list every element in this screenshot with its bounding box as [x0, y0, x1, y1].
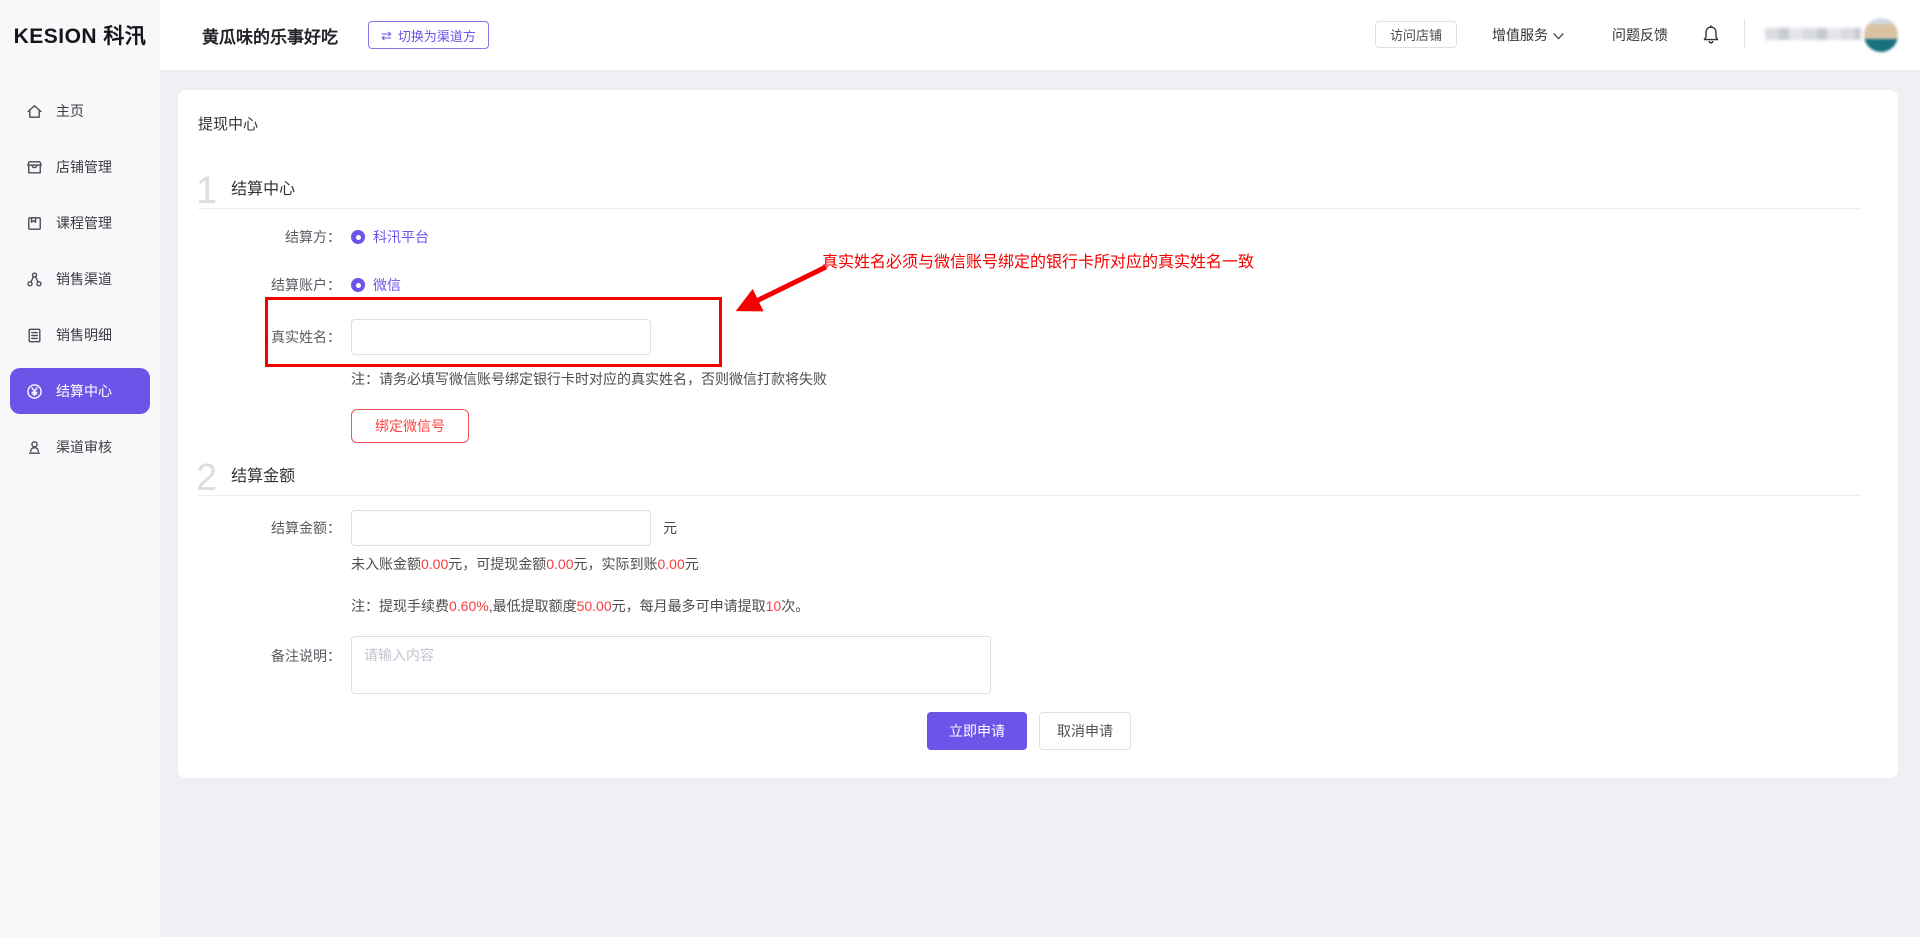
monthly-limit-value: 10 — [766, 598, 782, 614]
value-added-services-label: 增值服务 — [1492, 25, 1548, 45]
settle-account-row: 结算账户： 微信 — [198, 275, 1860, 295]
top-header: KESION 科汛 黄瓜味的乐事好吃 ⇄ 切换为渠道方 访问店铺 增值服务 问题… — [0, 0, 1920, 70]
switch-role-button[interactable]: ⇄ 切换为渠道方 — [368, 21, 489, 49]
chevron-down-icon — [1553, 33, 1564, 40]
sidebar-item-course-management[interactable]: 课程管理 — [10, 200, 150, 246]
value-added-services-menu[interactable]: 增值服务 — [1492, 0, 1564, 70]
remark-row: 备注说明： — [198, 636, 1860, 694]
amount-label: 结算金额： — [198, 518, 341, 538]
sidebar-item-label: 主页 — [56, 101, 84, 121]
fee-note-text: 元，每月最多可申请提取 — [612, 598, 766, 614]
bell-icon — [1700, 24, 1722, 46]
remark-label: 备注说明： — [198, 646, 341, 666]
actual-arrival-value: 0.00 — [658, 556, 685, 572]
avatar[interactable] — [1864, 18, 1898, 52]
sidebar-item-settlement-center[interactable]: 结算中心 — [10, 368, 150, 414]
settle-account-radio[interactable] — [351, 278, 365, 292]
course-icon — [26, 215, 43, 232]
amount-unit: 元 — [663, 518, 677, 538]
channel-icon — [26, 271, 43, 288]
section-settlement-center: 1 结算中心 — [198, 160, 1860, 209]
min-withdraw-value: 50.00 — [577, 598, 612, 614]
sidebar-item-label: 课程管理 — [56, 213, 112, 233]
shop-icon — [26, 159, 43, 176]
real-name-row: 真实姓名： — [198, 319, 1860, 355]
visit-shop-button[interactable]: 访问店铺 — [1375, 21, 1457, 48]
kesion-logo: KESION 科汛 — [14, 20, 147, 50]
form-actions: 立即申请 取消申请 — [198, 712, 1860, 750]
audit-icon — [26, 439, 43, 456]
sidebar-item-label: 销售渠道 — [56, 269, 112, 289]
header-divider — [1744, 19, 1745, 49]
feedback-label: 问题反馈 — [1612, 25, 1668, 45]
unsettled-amount-value: 0.00 — [421, 556, 448, 572]
withdrawable-amount-value: 0.00 — [546, 556, 573, 572]
real-name-input[interactable] — [351, 319, 651, 355]
page-title: 提现中心 — [198, 114, 1860, 136]
real-name-label: 真实姓名： — [198, 327, 341, 347]
notification-bell-button[interactable] — [1698, 22, 1724, 48]
withdraw-center-card: 提现中心 1 结算中心 结算方： 科汛平台 结算账户： 微信 真实姓名： 注：请… — [178, 90, 1898, 778]
fee-note-text: 次。 — [781, 598, 809, 614]
settle-party-label: 结算方： — [198, 227, 341, 247]
sidebar-item-channel-audit[interactable]: 渠道审核 — [10, 424, 150, 470]
section-number: 1 — [196, 172, 217, 210]
section-title: 结算中心 — [231, 180, 295, 200]
section-title: 结算金额 — [231, 467, 295, 487]
settle-party-row: 结算方： 科汛平台 — [198, 227, 1860, 247]
cancel-apply-button[interactable]: 取消申请 — [1039, 712, 1131, 750]
sidebar-item-label: 销售明细 — [56, 325, 112, 345]
balance-note-text: 元 — [685, 556, 699, 572]
fee-note: 注：提现手续费0.60%,最低提取额度50.00元，每月最多可申请提取10次。 — [351, 596, 1860, 616]
settle-account-label: 结算账户： — [198, 275, 341, 295]
settle-account-option[interactable]: 微信 — [373, 275, 401, 295]
sidebar-item-label: 渠道审核 — [56, 437, 112, 457]
balance-note-text: 元，可提现金额 — [448, 556, 546, 572]
detail-icon — [26, 327, 43, 344]
sidebar-item-home[interactable]: 主页 — [10, 88, 150, 134]
bind-wechat-button[interactable]: 绑定微信号 — [351, 409, 469, 443]
username-redacted[interactable] — [1765, 28, 1861, 40]
sidebar-item-label: 结算中心 — [56, 381, 112, 401]
annotation-text: 真实姓名必须与微信账号绑定的银行卡所对应的真实姓名一致 — [822, 248, 1254, 272]
balance-note-text: 未入账金额 — [351, 556, 421, 572]
settlement-icon — [26, 383, 43, 400]
home-icon — [26, 103, 43, 120]
section-settlement-amount: 2 结算金额 — [198, 447, 1860, 496]
sidebar-item-shop-management[interactable]: 店铺管理 — [10, 144, 150, 190]
balance-note-text: 元，实际到账 — [574, 556, 658, 572]
settle-party-radio[interactable] — [351, 230, 365, 244]
settle-party-option[interactable]: 科汛平台 — [373, 227, 429, 247]
balance-note: 未入账金额0.00元，可提现金额0.00元，实际到账0.00元 — [351, 554, 1860, 574]
sidebar-nav: 主页 店铺管理 课程管理 销售渠道 销售明细 结算中心 渠道审核 — [0, 70, 160, 937]
real-name-note: 注：请务必填写微信账号绑定银行卡时对应的真实姓名，否则微信打款将失败 — [351, 369, 1860, 389]
switch-role-label: 切换为渠道方 — [398, 26, 476, 45]
amount-input[interactable] — [351, 510, 651, 546]
sidebar-item-label: 店铺管理 — [56, 157, 112, 177]
fee-note-text: ,最低提取额度 — [489, 598, 577, 614]
sidebar-item-sales-details[interactable]: 销售明细 — [10, 312, 150, 358]
remark-textarea[interactable] — [351, 636, 991, 694]
swap-arrows-icon: ⇄ — [381, 29, 392, 42]
submit-apply-button[interactable]: 立即申请 — [927, 712, 1027, 750]
amount-row: 结算金额： 元 — [198, 510, 1860, 546]
fee-rate-value: 0.60% — [449, 598, 489, 614]
feedback-link[interactable]: 问题反馈 — [1612, 0, 1668, 70]
sidebar-item-sales-channels[interactable]: 销售渠道 — [10, 256, 150, 302]
fee-note-text: 注：提现手续费 — [351, 598, 449, 614]
logo-block: KESION 科汛 — [0, 0, 160, 70]
section-number: 2 — [196, 459, 217, 497]
shop-name: 黄瓜味的乐事好吃 — [202, 0, 338, 70]
